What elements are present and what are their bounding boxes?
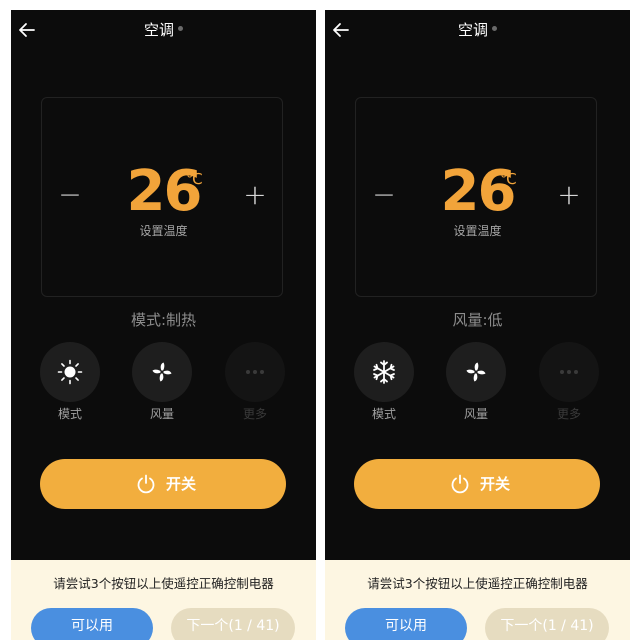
status-text: 模式:制热 <box>130 311 197 329</box>
more-label: 更多 <box>556 407 581 421</box>
fan-icon <box>152 362 172 382</box>
mode-button[interactable] <box>40 342 100 402</box>
phone-screen-right: 空调 − + 26 ℃ 设置温度 风量:低 模式 风量 更多 开关 请尝试3个按… <box>325 10 630 640</box>
more-icon <box>246 370 264 374</box>
more-button <box>225 342 285 402</box>
hint-text: 请尝试3个按钮以上使遥控正确控制电器 <box>53 576 274 591</box>
page-title-wrap: 空调 <box>11 20 316 40</box>
snowflake-icon <box>373 360 395 384</box>
temperature-label: 设置温度 <box>453 224 502 238</box>
next-button[interactable]: 下一个(1 / 41) <box>485 608 609 640</box>
mode-button[interactable] <box>354 342 414 402</box>
temperature-unit: ℃ <box>186 170 203 188</box>
power-icon <box>451 474 469 494</box>
header: 空调 <box>325 10 630 50</box>
fan-speed-button[interactable] <box>446 342 506 402</box>
temperature-label: 设置温度 <box>139 224 188 238</box>
fan-speed-label: 风量 <box>149 407 174 421</box>
hint-text: 请尝试3个按钮以上使遥控正确控制电器 <box>367 576 588 591</box>
fan-icon <box>466 362 486 382</box>
test-panel: 请尝试3个按钮以上使遥控正确控制电器 可以用 下一个(1 / 41) <box>11 560 316 640</box>
temperature-value: 26 <box>126 159 203 224</box>
next-button[interactable]: 下一个(1 / 41) <box>171 608 295 640</box>
mode-label: 模式 <box>57 407 82 421</box>
more-label: 更多 <box>242 407 267 421</box>
header: 空调 <box>11 10 316 50</box>
power-button[interactable]: 开关 <box>354 459 600 509</box>
phone-screen-left: 空调 − + 26 ℃ 设置温度 模式:制热 模式 风量 更多 开关 请尝试3个… <box>11 10 316 640</box>
works-button[interactable]: 可以用 <box>345 608 467 640</box>
page-title-wrap: 空调 <box>325 20 630 40</box>
power-label: 开关 <box>480 475 511 493</box>
test-panel: 请尝试3个按钮以上使遥控正确控制电器 可以用 下一个(1 / 41) <box>325 560 630 640</box>
page-title: 空调 <box>457 21 488 39</box>
status-dot <box>492 26 497 31</box>
power-icon <box>137 474 155 494</box>
sun-icon <box>57 359 83 385</box>
fan-speed-label: 风量 <box>463 407 488 421</box>
status-text: 风量:低 <box>452 311 503 329</box>
page-title: 空调 <box>143 21 174 39</box>
more-button <box>539 342 599 402</box>
works-button[interactable]: 可以用 <box>31 608 153 640</box>
fan-speed-button[interactable] <box>132 342 192 402</box>
power-button[interactable]: 开关 <box>40 459 286 509</box>
temperature-value: 26 <box>440 159 517 224</box>
mode-label: 模式 <box>371 407 396 421</box>
more-icon <box>560 370 578 374</box>
power-label: 开关 <box>166 475 197 493</box>
temperature-unit: ℃ <box>500 170 517 188</box>
status-dot <box>178 26 183 31</box>
